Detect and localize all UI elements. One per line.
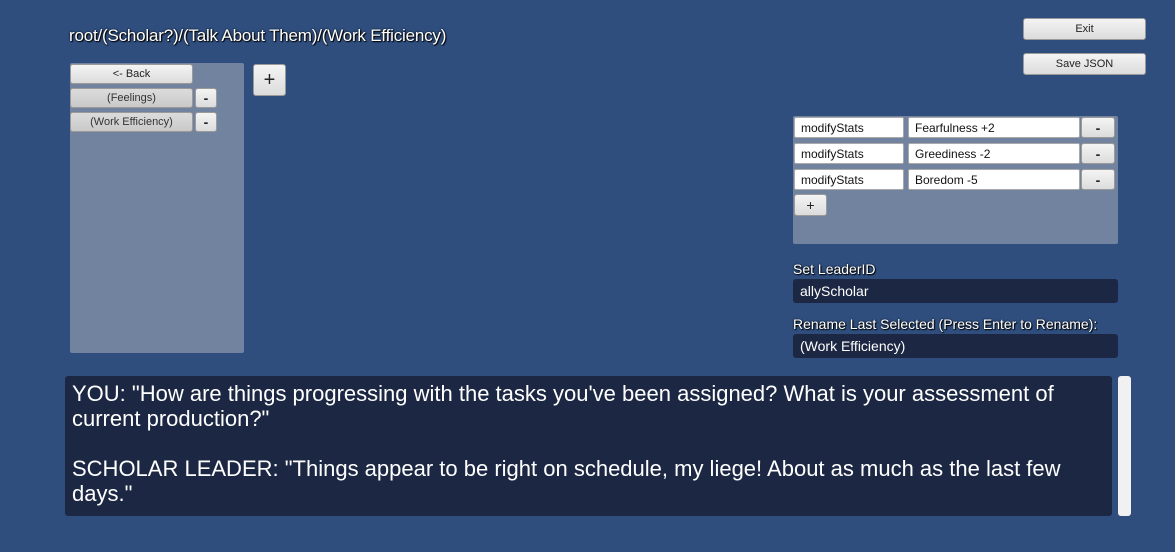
- leader-id-label: Set LeaderID: [793, 261, 876, 277]
- exit-button[interactable]: Exit: [1023, 18, 1146, 40]
- action-type-field[interactable]: modifyStats: [794, 169, 904, 190]
- remove-node-work-efficiency-button[interactable]: -: [195, 112, 217, 132]
- leader-id-input[interactable]: allyScholar: [793, 279, 1118, 303]
- dialogue-spacer: [72, 431, 1105, 456]
- add-node-button[interactable]: +: [253, 64, 286, 96]
- remove-node-feelings-button[interactable]: -: [195, 88, 217, 108]
- rename-input[interactable]: (Work Efficiency): [793, 334, 1118, 358]
- save-json-button[interactable]: Save JSON: [1023, 53, 1146, 75]
- dialogue-scrollbar[interactable]: [1118, 376, 1131, 516]
- node-item-feelings[interactable]: (Feelings): [70, 88, 193, 108]
- dialogue-line-player: YOU: "How are things progressing with th…: [72, 381, 1054, 431]
- add-action-button[interactable]: +: [794, 194, 827, 216]
- remove-action-button[interactable]: -: [1081, 117, 1115, 138]
- breadcrumb-path: root/(Scholar?)/(Talk About Them)/(Work …: [69, 26, 447, 45]
- remove-action-button[interactable]: -: [1081, 143, 1115, 164]
- action-value-field[interactable]: Fearfulness +2: [908, 117, 1080, 138]
- back-button[interactable]: <- Back: [70, 64, 193, 84]
- action-value-field[interactable]: Boredom -5: [908, 169, 1080, 190]
- dialogue-line-leader: SCHOLAR LEADER: "Things appear to be rig…: [72, 456, 1061, 506]
- action-value-field[interactable]: Greediness -2: [908, 143, 1080, 164]
- remove-action-button[interactable]: -: [1081, 169, 1115, 190]
- action-type-field[interactable]: modifyStats: [794, 117, 904, 138]
- dialogue-text-area[interactable]: YOU: "How are things progressing with th…: [65, 376, 1112, 516]
- node-item-work-efficiency[interactable]: (Work Efficiency): [70, 112, 193, 132]
- rename-label: Rename Last Selected (Press Enter to Ren…: [793, 316, 1098, 332]
- action-type-field[interactable]: modifyStats: [794, 143, 904, 164]
